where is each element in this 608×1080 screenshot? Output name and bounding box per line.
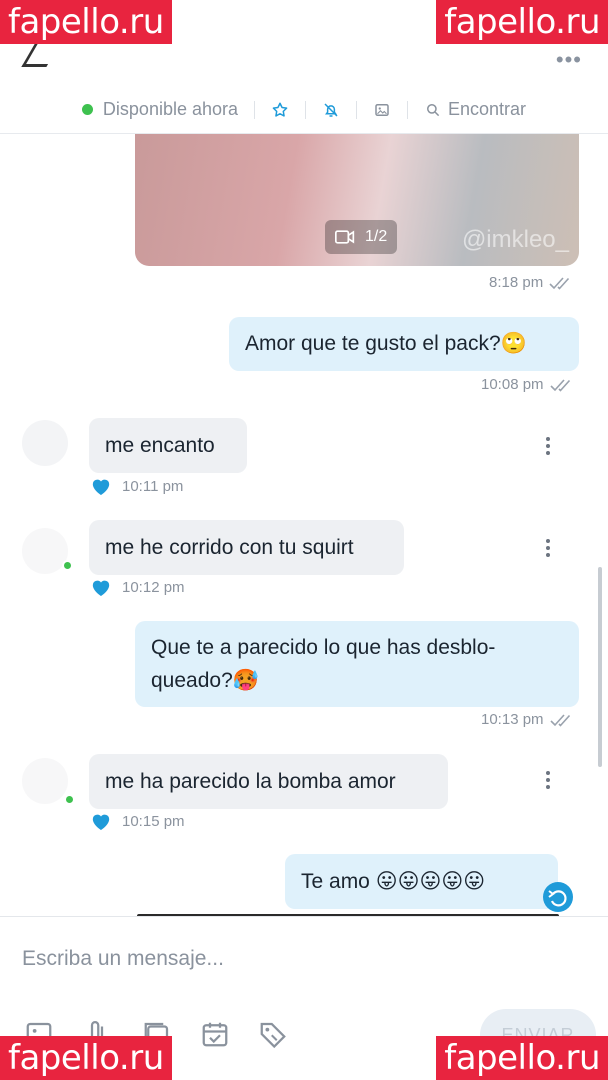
search-button[interactable]: Encontrar	[424, 99, 526, 120]
message-input[interactable]	[22, 939, 562, 979]
kebab-icon[interactable]	[545, 436, 551, 456]
image-icon[interactable]	[373, 101, 391, 119]
online-dot-icon	[81, 104, 93, 115]
search-label: Encontrar	[448, 99, 527, 119]
divider	[305, 100, 307, 119]
watermark-bottom-right: fapello.ru	[436, 1036, 608, 1080]
read-ticks-icon	[549, 378, 576, 392]
avatar[interactable]	[22, 420, 68, 466]
message-time: 8:18 pm	[489, 274, 575, 291]
back-arrow-icon[interactable]	[24, 44, 54, 68]
read-ticks-icon	[549, 276, 575, 290]
media-watermark-handle: @imkleo_	[461, 226, 569, 253]
message-text-line: Que te a parecido lo que has desblo-	[151, 636, 496, 659]
incoming-message[interactable]: me encanto	[89, 418, 247, 473]
price-tag-icon[interactable]	[258, 1019, 290, 1051]
divider	[254, 100, 256, 119]
message-meta: 10:12 pm	[90, 577, 185, 597]
message-text: Te amo 😛😛😛😛😛	[301, 870, 486, 893]
time-label: 10:12 pm	[122, 578, 185, 596]
time-label: 8:18 pm	[489, 274, 544, 291]
time-label: 10:15 pm	[122, 812, 185, 830]
calendar-icon[interactable]	[200, 1019, 232, 1051]
message-meta: 10:11 pm	[90, 476, 183, 496]
message-time: 10:08 pm	[481, 376, 576, 393]
bell-off-icon[interactable]	[322, 101, 340, 119]
message-meta: 10:15 pm	[90, 811, 185, 831]
video-icon	[335, 230, 355, 244]
media-message[interactable]: 1/2 @imkleo_	[135, 134, 579, 266]
more-icon[interactable]: •••	[556, 49, 582, 71]
incoming-message[interactable]: me he corrido con tu squirt	[89, 520, 404, 575]
reply-icon[interactable]	[543, 882, 573, 912]
availability-label: Disponible ahora	[102, 99, 239, 119]
divider	[356, 100, 358, 119]
message-text: me he corrido con tu squirt	[105, 536, 354, 559]
message-time: 10:13 pm	[481, 711, 576, 728]
divider	[407, 100, 409, 119]
heart-icon[interactable]	[90, 577, 112, 597]
avatar[interactable]	[22, 528, 68, 574]
message-text: Amor que te gusto el pack?🙄	[245, 332, 527, 355]
heart-icon[interactable]	[90, 811, 112, 831]
online-dot-icon	[62, 560, 73, 571]
time-label: 10:13 pm	[481, 711, 544, 728]
message-text-line: queado?🥵	[151, 669, 259, 692]
heart-icon[interactable]	[90, 476, 112, 496]
kebab-icon[interactable]	[545, 538, 551, 558]
search-icon	[424, 101, 442, 119]
media-counter: 1/2	[325, 220, 398, 254]
read-ticks-icon	[549, 713, 576, 727]
outgoing-message[interactable]: Que te a parecido lo que has desblo- que…	[135, 621, 579, 707]
time-label: 10:11 pm	[122, 477, 184, 495]
message-text: me ha parecido la bomba amor	[105, 770, 396, 793]
watermark-bottom-left: fapello.ru	[0, 1036, 172, 1080]
outgoing-message[interactable]: Amor que te gusto el pack?🙄	[229, 317, 579, 371]
scrollbar[interactable]	[598, 567, 602, 767]
chat-status-bar: Disponible ahora Encontrar	[0, 86, 608, 134]
kebab-icon[interactable]	[545, 770, 551, 790]
message-list[interactable]: 1/2 @imkleo_ 8:18 pm Amor que te gusto e…	[0, 134, 608, 916]
incoming-message[interactable]: me ha parecido la bomba amor	[89, 754, 448, 809]
avatar[interactable]	[22, 758, 68, 804]
star-icon[interactable]	[271, 101, 289, 119]
watermark-top-right: fapello.ru	[436, 0, 608, 44]
outgoing-message[interactable]: Te amo 😛😛😛😛😛	[285, 854, 558, 909]
time-label: 10:08 pm	[481, 376, 544, 393]
message-text: me encanto	[105, 434, 215, 457]
online-dot-icon	[64, 794, 75, 805]
watermark-top-left: fapello.ru	[0, 0, 172, 44]
availability-status: Disponible ahora	[81, 99, 239, 120]
media-counter-label: 1/2	[365, 228, 388, 245]
